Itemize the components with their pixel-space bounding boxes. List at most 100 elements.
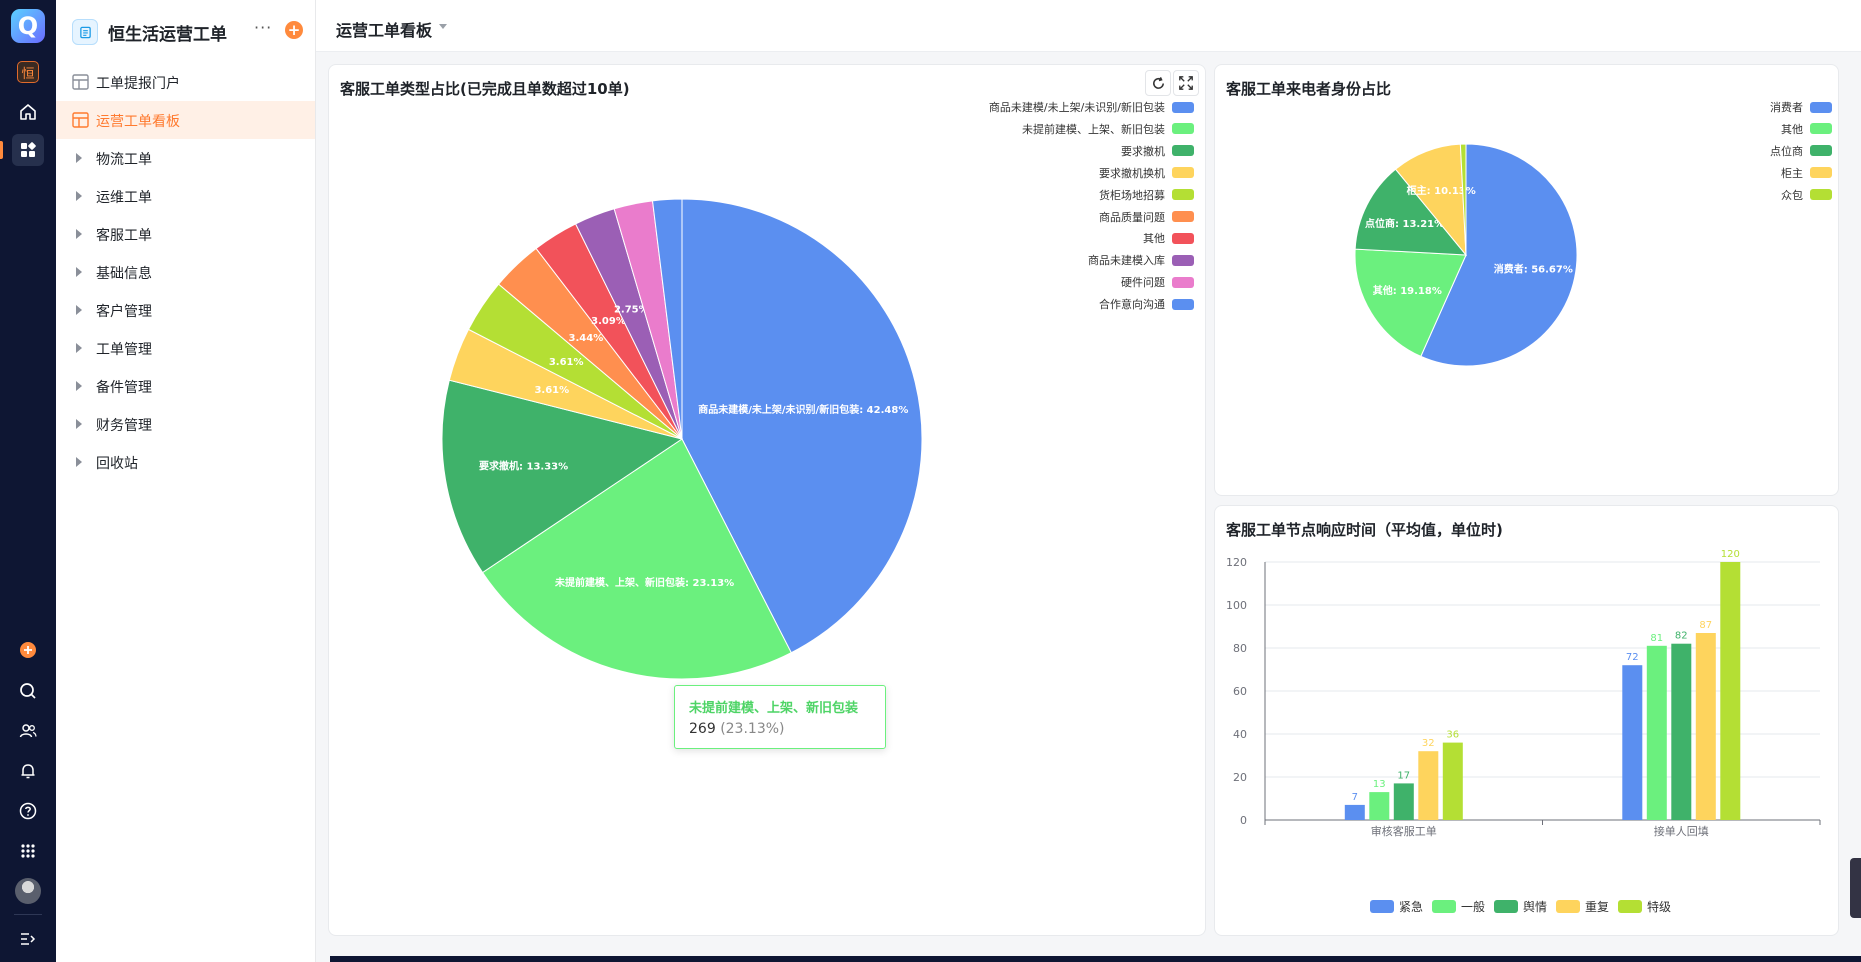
legend-label: 消费者 bbox=[1770, 101, 1803, 114]
legend-label: 要求撤机换机 bbox=[1099, 166, 1165, 180]
legend-item[interactable]: 舆情 bbox=[1494, 898, 1547, 915]
bar[interactable] bbox=[1418, 751, 1439, 820]
caret-right-icon bbox=[76, 191, 82, 201]
legend-swatch bbox=[1172, 276, 1194, 288]
legend-item[interactable]: 点位商 bbox=[1770, 143, 1832, 159]
legend-swatch bbox=[1172, 189, 1194, 201]
sidebar-item[interactable]: 回收站 bbox=[56, 443, 315, 481]
legend-label: 众包 bbox=[1781, 188, 1803, 202]
x-tick-label: 审核客服工单 bbox=[1371, 824, 1437, 838]
page-title[interactable]: 运营工单看板 bbox=[336, 17, 432, 41]
sidebar-item[interactable]: 客服工单 bbox=[56, 215, 315, 253]
caret-right-icon bbox=[76, 153, 82, 163]
users-icon[interactable] bbox=[14, 717, 42, 745]
bar-value-label: 17 bbox=[1397, 770, 1410, 781]
response-bar-card: 客服工单节点响应时间（平均值，单位时) 0 20 40 60 80 100 120 7 13 17… bbox=[1214, 505, 1839, 936]
app-chip[interactable]: 恒 bbox=[17, 61, 39, 83]
bar[interactable] bbox=[1695, 633, 1716, 820]
sidebar-item[interactable]: 客户管理 bbox=[56, 291, 315, 329]
sidebar-item[interactable]: 财务管理 bbox=[56, 405, 315, 443]
logo[interactable]: Q bbox=[11, 9, 45, 43]
pie-data-label: 消费者: 56.67% bbox=[1494, 262, 1573, 275]
bar[interactable] bbox=[1393, 783, 1414, 820]
grid-icon[interactable] bbox=[14, 837, 42, 865]
sidebar-item[interactable]: 运营工单看板 bbox=[56, 101, 315, 139]
legend-item[interactable]: 众包 bbox=[1781, 187, 1832, 203]
legend-item[interactable]: 一般 bbox=[1432, 898, 1485, 915]
bottom-strip bbox=[330, 956, 1861, 962]
sidebar-item[interactable]: 工单管理 bbox=[56, 329, 315, 367]
caret-right-icon bbox=[76, 343, 82, 353]
bar[interactable] bbox=[1344, 804, 1365, 820]
search-icon[interactable] bbox=[14, 677, 42, 705]
active-indicator bbox=[0, 141, 3, 159]
legend-item[interactable]: 特级 bbox=[1618, 898, 1671, 915]
legend-label: 其他 bbox=[1781, 122, 1803, 136]
sidebar-item[interactable]: 物流工单 bbox=[56, 139, 315, 177]
bar[interactable] bbox=[1369, 792, 1390, 820]
bar-value-label: 82 bbox=[1675, 631, 1688, 642]
legend-item[interactable]: 硬件问题 bbox=[1121, 274, 1194, 290]
legend-swatch bbox=[1172, 211, 1194, 222]
bell-icon[interactable] bbox=[14, 757, 42, 785]
more-icon[interactable]: ··· bbox=[254, 18, 272, 37]
legend-item[interactable]: 柜主 bbox=[1781, 165, 1832, 181]
sidebar-item-label: 客户管理 bbox=[96, 304, 152, 320]
legend-item[interactable]: 要求撤机换机 bbox=[1099, 165, 1194, 181]
tooltip-count: 269 bbox=[689, 721, 716, 737]
avatar[interactable] bbox=[15, 878, 41, 904]
bar[interactable] bbox=[1671, 643, 1692, 820]
dashboard-icon bbox=[72, 112, 89, 128]
bar[interactable] bbox=[1442, 742, 1463, 820]
bar-value-label: 72 bbox=[1626, 652, 1639, 663]
caret-right-icon bbox=[76, 267, 82, 277]
legend-label: 点位商 bbox=[1770, 144, 1803, 158]
apps-icon[interactable] bbox=[12, 134, 44, 166]
legend-swatch bbox=[1810, 101, 1832, 113]
sidebar-item[interactable]: 备件管理 bbox=[56, 367, 315, 405]
legend-item[interactable]: 消费者 bbox=[1770, 99, 1832, 115]
bar[interactable] bbox=[1646, 645, 1667, 820]
sidebar-item-label: 物流工单 bbox=[96, 152, 152, 168]
bar[interactable] bbox=[1622, 665, 1643, 820]
legend-item[interactable]: 商品未建模/未上架/未识别/新旧包装 bbox=[989, 99, 1194, 115]
sidebar-item[interactable]: 工单提报门户 bbox=[56, 63, 315, 101]
sidebar-item-label: 回收站 bbox=[96, 456, 138, 472]
add-button[interactable]: + bbox=[285, 21, 303, 39]
y-tick-label: 20 bbox=[1233, 771, 1247, 784]
y-tick-label: 40 bbox=[1233, 728, 1247, 741]
dashboard-icon bbox=[72, 74, 89, 90]
add-icon[interactable] bbox=[14, 636, 42, 664]
sidebar-item[interactable]: 基础信息 bbox=[56, 253, 315, 291]
legend-swatch bbox=[1618, 900, 1642, 913]
collapse-icon[interactable] bbox=[14, 925, 42, 953]
sidebar: 恒生活运营工单 ··· + 工单提报门户运营工单看板 物流工单运维工单客服工单基础… bbox=[56, 0, 380, 962]
legend-item[interactable]: 其他 bbox=[1781, 121, 1832, 137]
legend-swatch bbox=[1172, 167, 1194, 179]
legend-swatch bbox=[1172, 145, 1194, 157]
legend-item[interactable]: 商品质量问题 bbox=[1099, 209, 1194, 225]
sidebar-item[interactable]: 运维工单 bbox=[56, 177, 315, 215]
sidebar-item-label: 运营工单看板 bbox=[96, 114, 180, 130]
legend-label: 一般 bbox=[1461, 900, 1486, 914]
sidebar-item-label: 客服工单 bbox=[96, 228, 152, 244]
legend-label: 特级 bbox=[1647, 900, 1672, 914]
scroll-handle[interactable] bbox=[1850, 858, 1861, 918]
legend-item[interactable]: 货柜场地招募 bbox=[1099, 187, 1194, 203]
legend-item[interactable]: 重复 bbox=[1556, 898, 1609, 915]
legend-label: 商品未建模入库 bbox=[1088, 254, 1165, 268]
legend-item[interactable]: 商品未建模入库 bbox=[1088, 252, 1194, 268]
legend-item[interactable]: 合作意向沟通 bbox=[1099, 296, 1194, 312]
legend-item[interactable]: 要求撤机 bbox=[1121, 143, 1194, 159]
sidebar-item-label: 备件管理 bbox=[96, 380, 152, 396]
bar[interactable] bbox=[1720, 562, 1741, 820]
help-icon[interactable] bbox=[14, 797, 42, 825]
home-icon[interactable] bbox=[14, 98, 42, 126]
legend-item[interactable]: 未提前建模、上架、新旧包装 bbox=[1022, 121, 1194, 137]
legend-item[interactable]: 紧急 bbox=[1370, 898, 1423, 915]
app-name: 恒生活运营工单 bbox=[108, 25, 227, 45]
legend-swatch bbox=[1172, 254, 1194, 266]
legend-label: 柜主 bbox=[1781, 166, 1803, 180]
chevron-down-icon[interactable] bbox=[439, 24, 447, 29]
legend-item[interactable]: 其他 bbox=[1143, 230, 1194, 246]
